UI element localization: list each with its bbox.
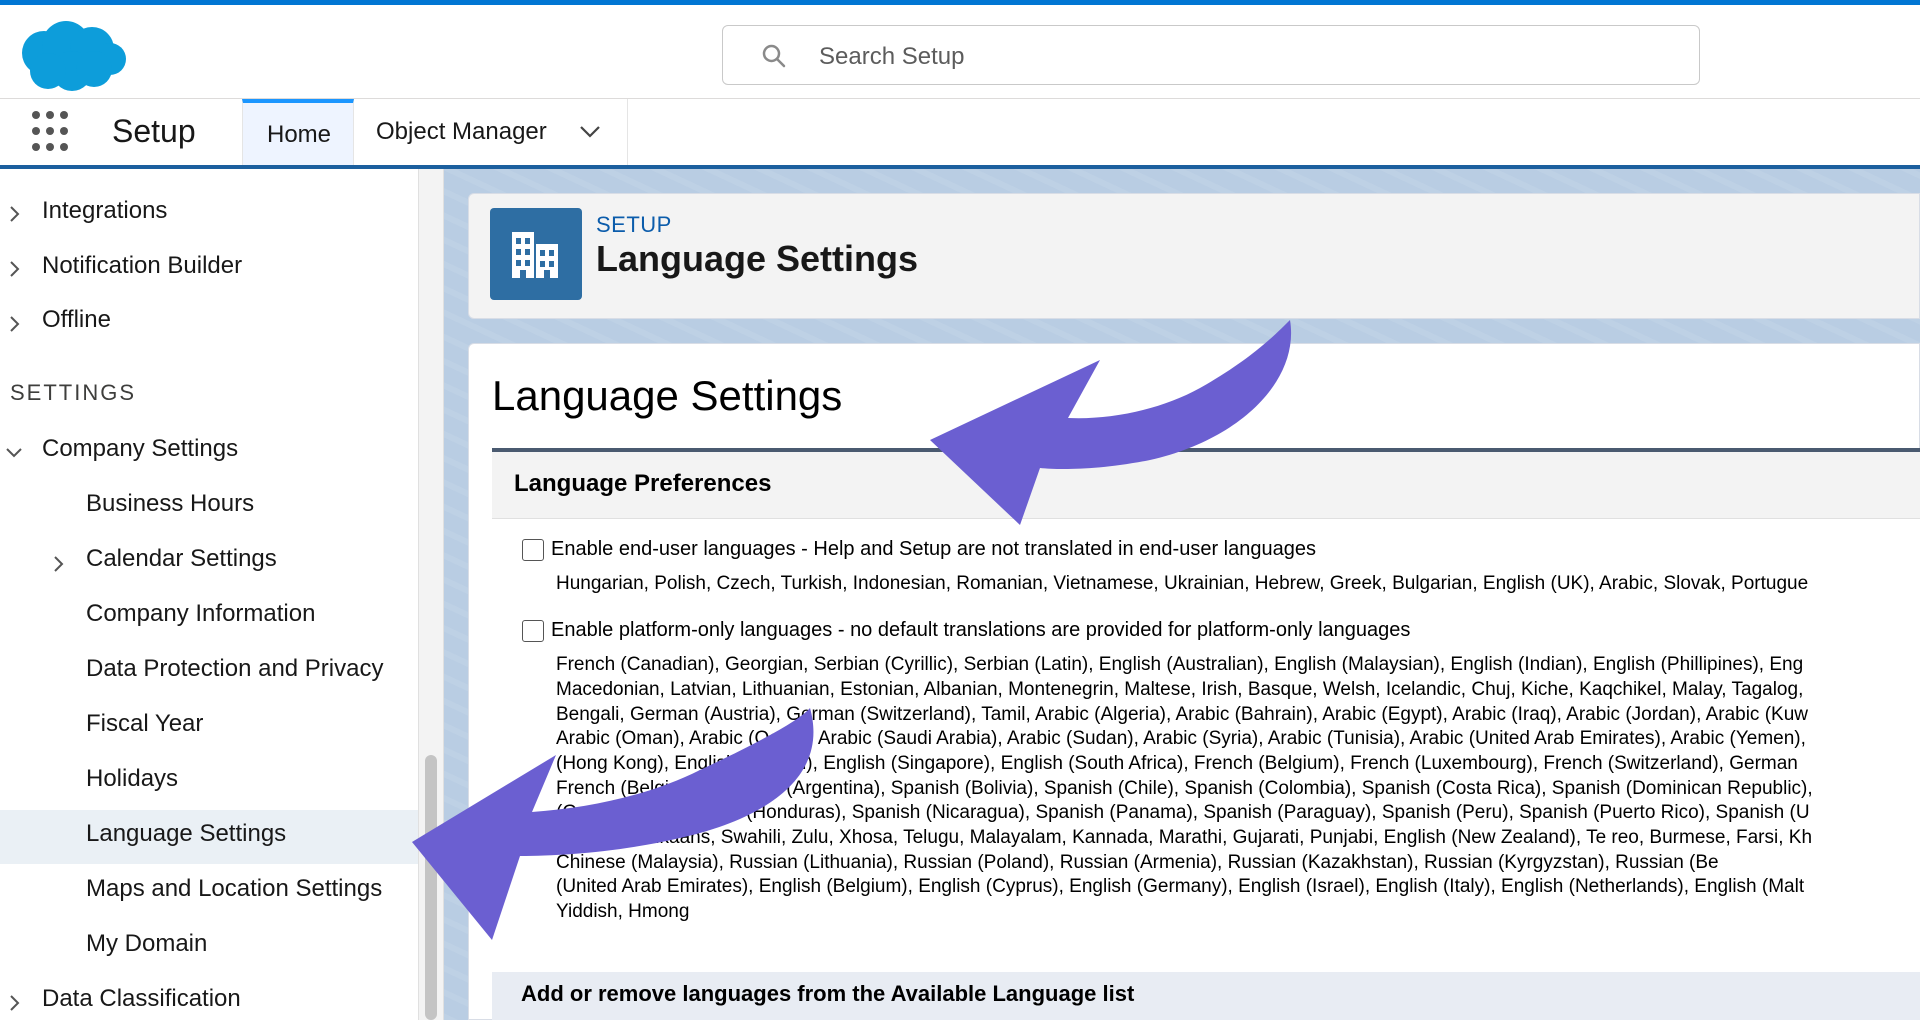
chevron-down-icon[interactable]	[578, 123, 602, 141]
chevron-down-icon[interactable]	[5, 444, 23, 462]
page-header-title: Language Settings	[596, 238, 919, 279]
tab-object-manager-label: Object Manager	[376, 118, 547, 145]
app-launcher-icon[interactable]	[30, 108, 70, 154]
chevron-right-icon[interactable]	[50, 555, 68, 573]
search-setup-input[interactable]: Search Setup	[722, 25, 1700, 85]
sidebar-item-holidays[interactable]: Holidays	[86, 765, 178, 793]
sidebar-section-settings: SETTINGS	[10, 380, 137, 405]
sidebar-item-language-settings[interactable]: Language Settings	[86, 820, 286, 848]
platform-languages-line: Chinese (Malaysia), Russian (Lithuania),…	[556, 852, 1719, 873]
platform-languages-line: Arabic (Oman), Arabic (Qatar), Arabic (S…	[556, 728, 1806, 749]
building-icon	[490, 208, 582, 300]
tab-home[interactable]: Home	[242, 99, 354, 165]
sidebar-item-calendar-settings[interactable]: Calendar Settings	[86, 545, 277, 573]
language-preferences-title: Language Preferences	[514, 470, 772, 497]
tab-home-label: Home	[267, 121, 332, 148]
chevron-right-icon[interactable]	[6, 260, 24, 278]
enable-end-user-languages-checkbox[interactable]	[522, 539, 544, 561]
chevron-right-icon[interactable]	[6, 315, 24, 333]
salesforce-cloud-logo[interactable]	[14, 15, 126, 95]
enable-platform-only-languages-checkbox[interactable]	[522, 620, 544, 642]
main-title: Language Settings	[492, 372, 843, 419]
platform-languages-line: French (Belgium), Spanish (Argentina), S…	[556, 778, 1813, 799]
sidebar-item-company-information[interactable]: Company Information	[86, 600, 315, 628]
platform-languages-line: Catalan, Afrikaans, Swahili, Zulu, Xhosa…	[556, 827, 1813, 848]
sidebar-item-my-domain[interactable]: My Domain	[86, 930, 207, 958]
sidebar-item-company-settings[interactable]: Company Settings	[42, 435, 238, 463]
search-icon	[762, 44, 786, 68]
platform-languages-line: French (Canadian), Georgian, Serbian (Cy…	[556, 654, 1804, 675]
chevron-right-icon[interactable]	[6, 205, 24, 223]
page-header-eyebrow: SETUP	[596, 212, 672, 237]
platform-languages-line: Bengali, German (Austria), German (Switz…	[556, 704, 1808, 725]
language-preferences-header: Language Preferences	[492, 452, 1920, 519]
sidebar-item-fiscal-year[interactable]: Fiscal Year	[86, 710, 203, 738]
platform-languages-line: Macedonian, Latvian, Lithuanian, Estonia…	[556, 679, 1804, 700]
platform-languages-line: (Guatemala), Spanish (Honduras), Spanish…	[556, 802, 1810, 823]
platform-languages-line: (United Arab Emirates), English (Belgium…	[556, 876, 1805, 897]
chevron-right-icon[interactable]	[6, 994, 24, 1012]
sidebar-item-notification-builder[interactable]: Notification Builder	[42, 252, 242, 280]
end-user-languages-list: Hungarian, Polish, Czech, Turkish, Indon…	[556, 573, 1809, 594]
sidebar-scrollbar-thumb[interactable]	[425, 755, 437, 1020]
sidebar-item-business-hours[interactable]: Business Hours	[86, 490, 254, 518]
sidebar-item-data-classification[interactable]: Data Classification	[42, 985, 241, 1013]
add-remove-languages-header: Add or remove languages from the Availab…	[492, 972, 1920, 1020]
platform-languages-line: Yiddish, Hmong	[556, 901, 690, 922]
app-name: Setup	[112, 113, 196, 149]
sidebar-item-integrations[interactable]: Integrations	[42, 197, 167, 225]
sidebar-item-offline[interactable]: Offline	[42, 306, 111, 334]
sidebar-item-data-protection[interactable]: Data Protection and Privacy	[86, 655, 383, 683]
platform-languages-line: (Hong Kong), English (Ireland), English …	[556, 753, 1798, 774]
enable-end-user-languages-label: Enable end-user languages - Help and Set…	[551, 538, 1316, 560]
search-placeholder: Search Setup	[819, 43, 965, 70]
add-remove-languages-title: Add or remove languages from the Availab…	[521, 981, 1135, 1006]
global-header: Search Setup	[0, 5, 1920, 99]
sidebar-item-maps-location[interactable]: Maps and Location Settings	[86, 875, 382, 903]
enable-platform-only-languages-label: Enable platform-only languages - no defa…	[551, 619, 1411, 641]
tab-object-manager[interactable]: Object Manager	[354, 99, 628, 165]
